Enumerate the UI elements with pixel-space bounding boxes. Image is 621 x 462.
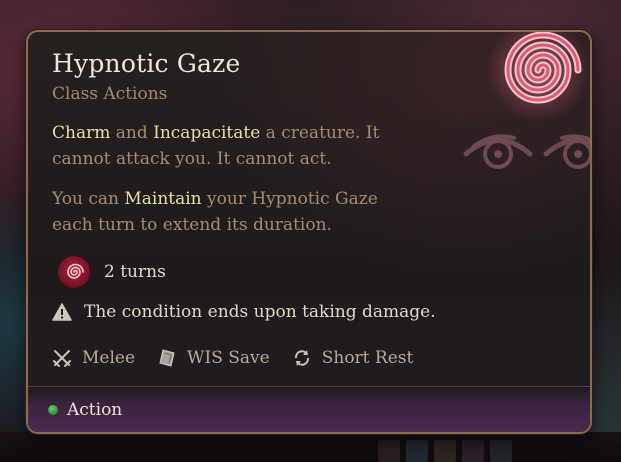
spell-properties: Melee WIS Save Short Rest <box>52 348 435 368</box>
spell-tooltip: Hypnotic Gaze Class Actions Charm and In… <box>26 30 592 434</box>
spell-title: Hypnotic Gaze <box>52 49 241 78</box>
hotbar-background <box>0 432 621 462</box>
hypnotic-gaze-art-icon <box>463 32 590 169</box>
save-shield-icon <box>159 349 175 367</box>
hotbar-slot[interactable] <box>378 440 400 462</box>
property-label: Short Rest <box>321 348 414 368</box>
keyword-charm[interactable]: Charm <box>52 123 110 143</box>
keyword-maintain[interactable]: Maintain <box>124 189 201 209</box>
crossed-swords-icon <box>53 350 71 367</box>
warning-text: The condition ends upon taking damage. <box>84 302 436 322</box>
property-label: Melee <box>82 348 136 368</box>
spell-category: Class Actions <box>52 84 168 104</box>
action-cost: Action <box>48 400 122 420</box>
property-recharge: Short Rest <box>292 348 414 368</box>
spell-maintain-note: You can Maintain your Hypnotic Gaze each… <box>52 186 402 238</box>
action-dot-icon <box>48 405 58 415</box>
action-cost-bar: Action <box>28 386 590 432</box>
hotbar-slot[interactable] <box>462 440 484 462</box>
keyword-incapacitate[interactable]: Incapacitate <box>153 123 260 143</box>
property-range: Melee <box>52 348 135 368</box>
duration-text: 2 turns <box>104 262 166 282</box>
hotbar-slot[interactable] <box>406 440 428 462</box>
spell-description: Charm and Incapacitate a creature. It ca… <box>52 120 402 172</box>
description-text: You can <box>52 189 125 209</box>
hotbar-slot[interactable] <box>490 440 512 462</box>
recharge-arrows-icon <box>294 350 309 366</box>
description-text: and <box>110 123 154 143</box>
property-label: WIS Save <box>187 348 270 368</box>
action-cost-label: Action <box>67 400 123 420</box>
property-save: WIS Save <box>157 348 270 368</box>
warning-triangle-icon <box>52 303 72 321</box>
duration-row: 2 turns <box>58 256 166 288</box>
warning-row: The condition ends upon taking damage. <box>52 302 436 322</box>
hotbar-slot[interactable] <box>434 440 456 462</box>
hypnotic-spiral-icon <box>58 256 90 288</box>
